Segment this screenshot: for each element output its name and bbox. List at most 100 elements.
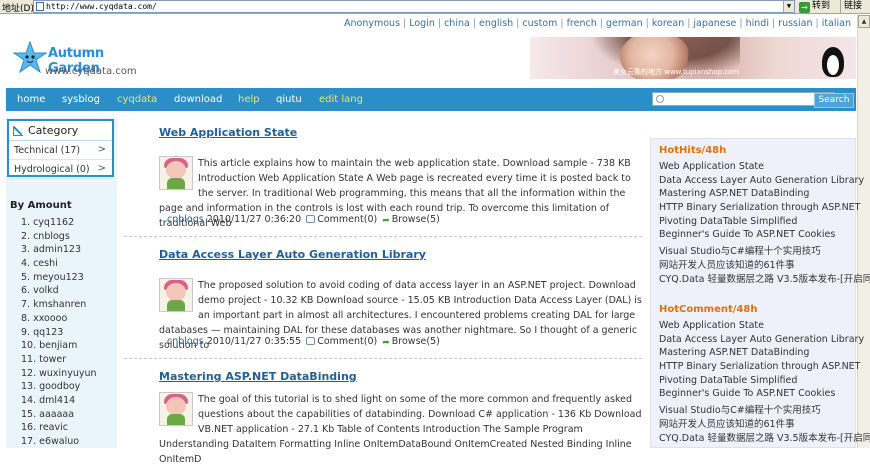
hotcomment-title: HotComment/48h: [659, 304, 758, 315]
post-title[interactable]: Web Application State: [159, 126, 297, 139]
top-link-german[interactable]: german: [606, 18, 643, 29]
top-link-custom[interactable]: custom: [522, 18, 557, 29]
user-list-item[interactable]: 15. aaaaaa: [21, 409, 97, 423]
user-list-item[interactable]: 5. meyou123: [21, 272, 97, 286]
post-date: 2010/11/27 0:36:20: [206, 214, 302, 225]
banner-caption: 美女云集的地方 www.tupianshop.com: [613, 68, 740, 76]
hotcomment-link[interactable]: Pivoting DataTable Simplified: [659, 375, 870, 389]
post-author[interactable]: cnblogs: [167, 336, 204, 347]
user-list-item[interactable]: 12. wuxinyuyun: [21, 368, 97, 382]
post-author[interactable]: cnblogs: [167, 214, 204, 225]
post-divider: [124, 358, 642, 359]
hotcomment-link[interactable]: Data Access Layer Auto Generation Librar…: [659, 334, 870, 348]
top-link-separator: |: [739, 18, 743, 29]
user-list-item[interactable]: 9. qq123: [21, 327, 97, 341]
user-list-item[interactable]: 8. xxoooo: [21, 313, 97, 327]
hotcomment-link[interactable]: Web Application State: [659, 320, 870, 334]
header-banner[interactable]: 美女云集的地方 www.tupianshop.com: [530, 37, 856, 79]
scroll-up-icon[interactable]: ▲: [858, 15, 870, 28]
user-list-item[interactable]: 6. volkd: [21, 285, 97, 299]
top-link-anonymous[interactable]: Anonymous: [344, 18, 400, 29]
post-comments[interactable]: Comment(0): [317, 214, 377, 225]
post-title[interactable]: Mastering ASP.NET DataBinding: [159, 370, 357, 383]
comment-icon: [306, 215, 316, 223]
hothits-link[interactable]: Visual Studio与C#编程十个实用技巧: [659, 243, 870, 257]
top-link-french[interactable]: french: [567, 18, 597, 29]
top-link-china[interactable]: china: [444, 18, 470, 29]
go-arrow-icon: →: [799, 2, 810, 13]
user-list-item[interactable]: 13. goodboy: [21, 381, 97, 395]
top-link-hindi[interactable]: hindi: [746, 18, 769, 29]
page-icon: [36, 2, 44, 11]
post-title[interactable]: Data Access Layer Auto Generation Librar…: [159, 248, 426, 261]
nav-qiutu[interactable]: qiutu: [276, 94, 302, 105]
post-list: Web Application State This article expla…: [124, 118, 646, 465]
search-icon: [656, 95, 664, 103]
post-summary-text: The goal of this tutorial is to shed lig…: [159, 394, 642, 465]
search-input[interactable]: [652, 92, 835, 106]
nav-download[interactable]: download: [174, 94, 222, 105]
category-header: Category: [9, 121, 112, 141]
hotcomment-link[interactable]: Visual Studio与C#编程十个实用技巧: [659, 402, 870, 416]
hothits-link[interactable]: HTTP Binary Serialization through ASP.NE…: [659, 202, 870, 216]
hotcomment-link[interactable]: Mastering ASP.NET DataBinding: [659, 347, 870, 361]
by-amount-list: 1. cyq1162 2. cnblogs 3. admin123 4. ceshi 5…: [21, 217, 97, 450]
post-divider: [124, 236, 642, 237]
category-item-technical[interactable]: Technical (17) >: [9, 142, 112, 160]
hothits-link[interactable]: Mastering ASP.NET DataBinding: [659, 188, 870, 202]
user-list-item[interactable]: 10. benjiam: [21, 340, 97, 354]
penguin-icon: [822, 47, 844, 77]
user-list-item[interactable]: 4. ceshi: [21, 258, 97, 272]
go-label: 转到: [812, 1, 831, 11]
hotcomment-link[interactable]: HTTP Binary Serialization through ASP.NE…: [659, 361, 870, 375]
post-comments[interactable]: Comment(0): [317, 336, 377, 347]
url-input[interactable]: http://www.cyqdata.com/ ▼: [33, 0, 795, 13]
hothits-box: HotHits/48h Web Application State Data Ac…: [659, 145, 870, 285]
top-link-japanese[interactable]: japanese: [693, 18, 736, 29]
top-link-separator: |: [645, 18, 649, 29]
hothits-link[interactable]: CYQ.Data 轻量数据层之路 V3.5版本发布-[开启同: [659, 271, 870, 285]
top-link-russian[interactable]: russian: [778, 18, 812, 29]
hothits-link[interactable]: Beginner's Guide To ASP.NET Cookies: [659, 229, 870, 243]
top-link-login[interactable]: Login: [409, 18, 435, 29]
user-list-item[interactable]: 11. tower: [21, 354, 97, 368]
links-button[interactable]: 链接: [840, 0, 862, 13]
post-item: Web Application State This article expla…: [124, 126, 644, 238]
star-logo-icon: [12, 40, 48, 74]
top-link-separator: |: [815, 18, 819, 29]
top-link-english[interactable]: english: [479, 18, 513, 29]
category-box: Category Technical (17) > Hydrological (…: [7, 119, 114, 179]
hothits-link[interactable]: Data Access Layer Auto Generation Librar…: [659, 175, 870, 189]
category-item-hydrological[interactable]: Hydrological (0) >: [9, 161, 112, 179]
nav-sysblog[interactable]: sysblog: [62, 94, 100, 105]
address-label: 地址(D): [2, 4, 34, 14]
hothits-link[interactable]: Web Application State: [659, 161, 870, 175]
site-logo[interactable]: Autumn Garden www.cyqdata.com: [12, 40, 152, 82]
top-link-korean[interactable]: korean: [652, 18, 684, 29]
hothits-link[interactable]: Pivoting DataTable Simplified: [659, 216, 870, 230]
nav-help[interactable]: help: [238, 94, 260, 105]
hotcomment-link[interactable]: 网站开发人员应该知道的61件事: [659, 416, 870, 430]
user-list-item[interactable]: 3. admin123: [21, 244, 97, 258]
top-link-separator: |: [599, 18, 603, 29]
hotcomment-link[interactable]: CYQ.Data 轻量数据层之路 V3.5版本发布-[开启同: [659, 430, 870, 444]
user-list-item[interactable]: 16. reavic: [21, 422, 97, 436]
top-link-separator: |: [771, 18, 776, 29]
user-list-item[interactable]: 2. cnblogs: [21, 231, 97, 245]
top-link-italian[interactable]: italian: [822, 18, 851, 29]
user-list-item[interactable]: 1. cyq1162: [21, 217, 97, 231]
user-list-item[interactable]: 7. kmshanren: [21, 299, 97, 313]
post-meta: cnblogs 2010/11/27 0:36:20 Comment(0) ➦ B…: [167, 214, 440, 226]
chevron-down-icon[interactable]: ▼: [783, 1, 794, 12]
category-arrow-icon: [13, 126, 23, 136]
search-button[interactable]: Search: [814, 93, 854, 108]
hotcomment-link[interactable]: Beginner's Guide To ASP.NET Cookies: [659, 388, 870, 402]
nav-edit-lang[interactable]: edit lang: [319, 94, 363, 105]
top-link-separator: |: [687, 18, 691, 29]
category-title: Category: [28, 124, 79, 137]
hothits-link[interactable]: 网站开发人员应该知道的61件事: [659, 257, 870, 271]
user-list-item[interactable]: 14. dml414: [21, 395, 97, 409]
nav-cyqdata[interactable]: cyqdata: [117, 94, 157, 105]
nav-home[interactable]: home: [17, 94, 45, 105]
go-button[interactable]: → 转到: [799, 0, 830, 13]
